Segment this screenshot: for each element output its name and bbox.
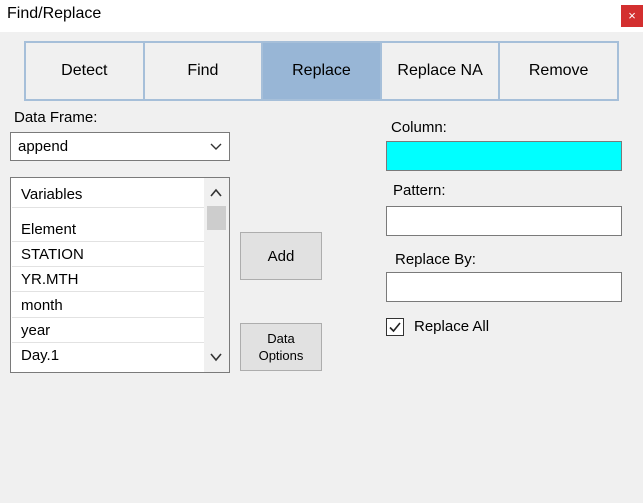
replace-all-checkbox[interactable]	[386, 318, 404, 336]
data-options-button[interactable]: Data Options	[240, 323, 322, 371]
close-icon: ×	[628, 8, 636, 23]
data-frame-label: Data Frame:	[14, 109, 98, 126]
mode-tabs: Detect Find Replace Replace NA Remove	[24, 41, 619, 101]
add-button[interactable]: Add	[240, 232, 322, 280]
chevron-up-icon[interactable]	[209, 186, 223, 200]
list-item[interactable]: YR.MTH	[12, 268, 204, 292]
pattern-label: Pattern:	[393, 182, 446, 199]
list-item[interactable]: STATION	[12, 243, 204, 267]
replace-all-label[interactable]: Replace All	[414, 318, 489, 335]
variables-scrollbar[interactable]	[204, 178, 229, 372]
variables-list[interactable]: Variables Element STATION YR.MTH month y…	[10, 177, 230, 373]
list-item[interactable]: Element	[12, 218, 204, 242]
tab-detect[interactable]: Detect	[26, 43, 145, 99]
scroll-thumb[interactable]	[207, 206, 226, 230]
tab-replace[interactable]: Replace	[263, 43, 382, 99]
close-button[interactable]: ×	[621, 5, 643, 27]
data-frame-select[interactable]: append	[10, 132, 230, 161]
variables-header: Variables	[12, 178, 204, 208]
pattern-input[interactable]	[386, 206, 622, 236]
column-label: Column:	[391, 119, 447, 136]
tab-remove[interactable]: Remove	[500, 43, 617, 99]
list-item[interactable]: year	[12, 319, 204, 343]
tab-find[interactable]: Find	[145, 43, 264, 99]
chevron-down-icon[interactable]	[209, 350, 223, 364]
title-bar: Find/Replace ×	[0, 0, 643, 32]
replace-by-label: Replace By:	[395, 251, 476, 268]
data-frame-value: append	[18, 138, 69, 155]
tab-replace-na[interactable]: Replace NA	[382, 43, 501, 99]
list-item[interactable]: Day.1	[12, 344, 204, 368]
column-field[interactable]	[386, 141, 622, 171]
chevron-down-icon	[210, 143, 222, 150]
replace-by-input[interactable]	[386, 272, 622, 302]
check-icon	[389, 322, 401, 333]
window-title: Find/Replace	[7, 5, 102, 22]
list-item[interactable]: month	[12, 294, 204, 318]
